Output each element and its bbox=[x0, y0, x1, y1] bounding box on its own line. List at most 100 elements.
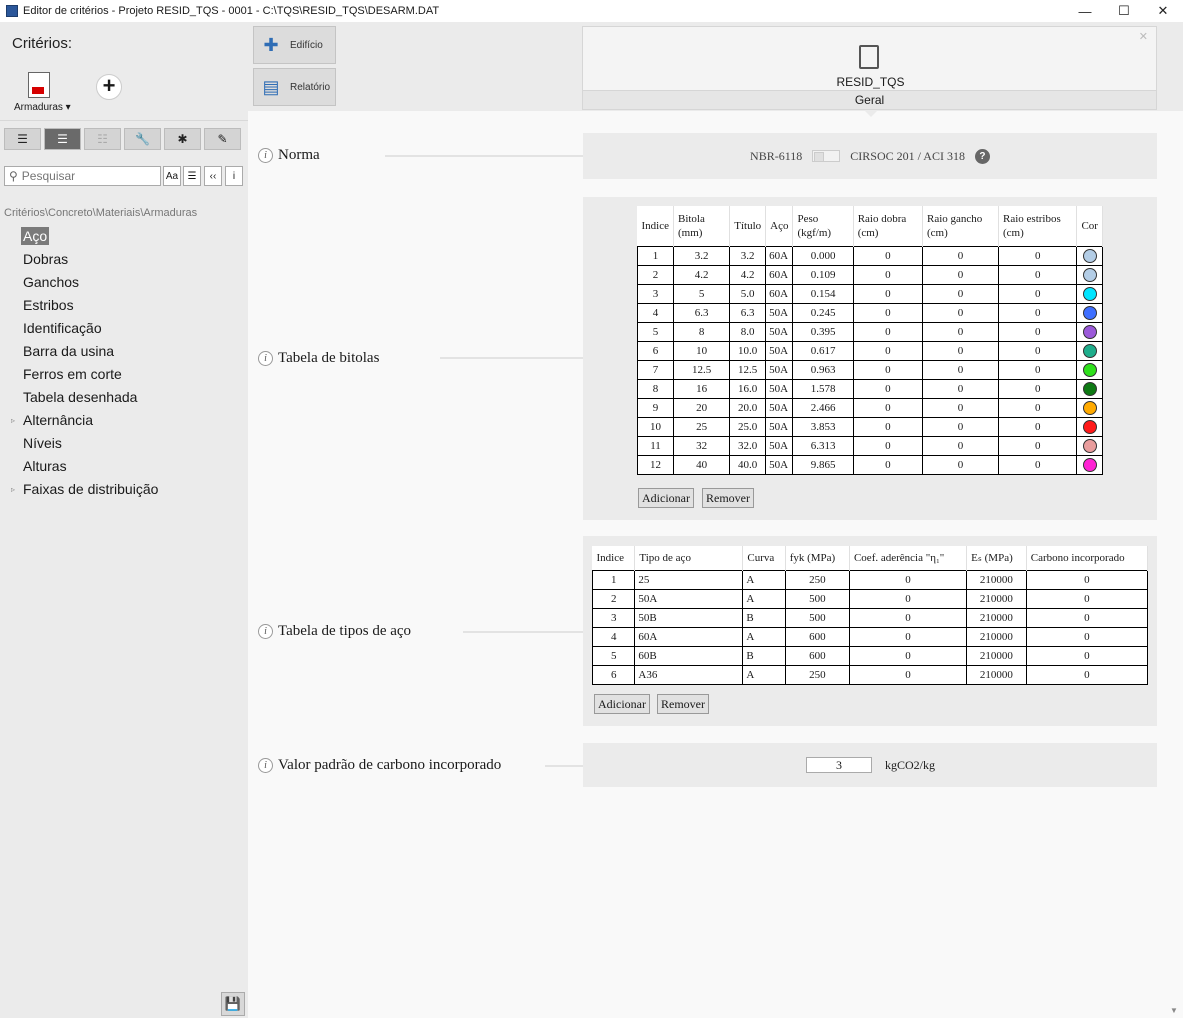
table-cell-indice[interactable]: 3 bbox=[591, 607, 636, 628]
table-cell-peso[interactable]: 0.245 bbox=[792, 302, 854, 323]
col-header[interactable]: Peso (kgf/m) bbox=[792, 206, 854, 246]
col-header[interactable]: Raio estribos (cm) bbox=[998, 206, 1078, 246]
table-cell-cor[interactable] bbox=[1076, 340, 1103, 361]
col-header[interactable]: Título bbox=[729, 206, 767, 246]
table-cell-carbono[interactable]: 0 bbox=[1025, 626, 1149, 647]
search-input[interactable] bbox=[21, 169, 152, 183]
table-row[interactable]: 5 60B B 600 0 210000 0 bbox=[591, 645, 1149, 666]
table-cell-indice[interactable]: 2 bbox=[591, 588, 636, 609]
table-cell-indice[interactable]: 6 bbox=[637, 340, 674, 361]
table-cell-carbono[interactable]: 0 bbox=[1025, 607, 1149, 628]
table-cell-fyk[interactable]: 250 bbox=[784, 569, 850, 590]
table-cell-rg[interactable]: 0 bbox=[921, 245, 1000, 266]
save-icon[interactable]: 💾 bbox=[221, 992, 245, 1016]
table-cell-carbono[interactable]: 0 bbox=[1025, 588, 1149, 609]
table-cell-re[interactable]: 0 bbox=[997, 321, 1078, 342]
table-cell-curva[interactable]: A bbox=[742, 588, 786, 609]
table-cell-peso[interactable]: 0.395 bbox=[792, 321, 854, 342]
table-cell-bitola[interactable]: 5 bbox=[672, 283, 731, 304]
table-cell-re[interactable]: 0 bbox=[997, 416, 1078, 437]
table-row[interactable]: 4 6.3 6.3 50A 0.245 0 0 0 bbox=[637, 302, 1103, 323]
table-cell-peso[interactable]: 6.313 bbox=[792, 435, 854, 456]
table-cell-re[interactable]: 0 bbox=[997, 245, 1078, 266]
table-row[interactable]: 2 50A A 500 0 210000 0 bbox=[591, 588, 1149, 609]
table-cell-cor[interactable] bbox=[1076, 283, 1103, 304]
color-swatch[interactable] bbox=[1082, 305, 1097, 320]
table-cell-coef[interactable]: 0 bbox=[848, 664, 968, 685]
list-view-icon[interactable]: ☰ bbox=[4, 128, 41, 150]
match-case-icon[interactable]: Aa bbox=[163, 166, 181, 186]
table-cell-rd[interactable]: 0 bbox=[852, 321, 923, 342]
table-cell-coef[interactable]: 0 bbox=[848, 607, 968, 628]
table-cell-indice[interactable]: 3 bbox=[637, 283, 674, 304]
table-cell-peso[interactable]: 0.000 bbox=[792, 245, 854, 266]
color-swatch[interactable] bbox=[1082, 457, 1097, 472]
table-cell-indice[interactable]: 1 bbox=[637, 245, 674, 266]
table-cell-tipo[interactable]: 25 bbox=[634, 569, 744, 590]
add-bitola-button[interactable]: Adicionar bbox=[638, 488, 694, 508]
col-header[interactable]: Indice bbox=[637, 206, 674, 246]
tab-geral[interactable]: Geral bbox=[583, 90, 1156, 109]
table-row[interactable]: 6 A36 A 250 0 210000 0 bbox=[591, 664, 1149, 685]
close-panel-icon[interactable]: ✕ bbox=[1139, 30, 1148, 43]
table-cell-fyk[interactable]: 250 bbox=[784, 664, 850, 685]
table-cell-fyk[interactable]: 600 bbox=[784, 626, 850, 647]
table-cell-aco[interactable]: 50A bbox=[765, 302, 794, 323]
color-swatch[interactable] bbox=[1082, 286, 1097, 301]
table-cell-rg[interactable]: 0 bbox=[921, 302, 1000, 323]
table-cell-rg[interactable]: 0 bbox=[921, 416, 1000, 437]
remove-tipo-button[interactable]: Remover bbox=[657, 694, 709, 714]
table-row[interactable]: 5 8 8.0 50A 0.395 0 0 0 bbox=[637, 321, 1103, 342]
table-cell-rd[interactable]: 0 bbox=[852, 302, 923, 323]
add-tipo-button[interactable]: Adicionar bbox=[594, 694, 650, 714]
table-cell-cor[interactable] bbox=[1076, 245, 1103, 266]
table-cell-tipo[interactable]: 60B bbox=[634, 645, 744, 666]
table-cell-peso[interactable]: 0.109 bbox=[792, 264, 854, 285]
table-cell-re[interactable]: 0 bbox=[997, 359, 1078, 380]
col-header[interactable]: Raio gancho (cm) bbox=[922, 206, 1000, 246]
table-cell-cor[interactable] bbox=[1076, 416, 1103, 437]
info-icon[interactable]: i bbox=[258, 624, 273, 639]
table-cell-cor[interactable] bbox=[1076, 264, 1103, 285]
color-swatch[interactable] bbox=[1082, 267, 1097, 282]
color-swatch[interactable] bbox=[1082, 324, 1097, 339]
tree-item-dobras[interactable]: Dobras bbox=[0, 248, 248, 271]
table-cell-curva[interactable]: B bbox=[742, 645, 786, 666]
table-cell-indice[interactable]: 4 bbox=[637, 302, 674, 323]
table-cell-aco[interactable]: 50A bbox=[765, 397, 794, 418]
table-cell-peso[interactable]: 2.466 bbox=[792, 397, 854, 418]
table-cell-titulo[interactable]: 6.3 bbox=[729, 302, 767, 323]
table-cell-rg[interactable]: 0 bbox=[921, 359, 1000, 380]
table-cell-titulo[interactable]: 8.0 bbox=[729, 321, 767, 342]
table-row[interactable]: 8 16 16.0 50A 1.578 0 0 0 bbox=[637, 378, 1103, 399]
table-cell-indice[interactable]: 12 bbox=[637, 454, 674, 475]
table-cell-titulo[interactable]: 3.2 bbox=[729, 245, 767, 266]
table-cell-peso[interactable]: 3.853 bbox=[792, 416, 854, 437]
norma-toggle[interactable] bbox=[812, 150, 841, 162]
info-icon[interactable]: i bbox=[258, 351, 273, 366]
color-swatch[interactable] bbox=[1082, 343, 1097, 358]
table-cell-carbono[interactable]: 0 bbox=[1025, 645, 1149, 666]
info-icon[interactable]: i bbox=[258, 148, 273, 163]
col-header[interactable]: Indice bbox=[592, 546, 636, 570]
table-cell-indice[interactable]: 11 bbox=[637, 435, 674, 456]
table-cell-bitola[interactable]: 4.2 bbox=[672, 264, 731, 285]
table-cell-curva[interactable]: A bbox=[742, 569, 786, 590]
table-cell-re[interactable]: 0 bbox=[997, 435, 1078, 456]
tree-item-aco[interactable]: Aço bbox=[0, 225, 248, 248]
table-cell-rd[interactable]: 0 bbox=[852, 378, 923, 399]
table-cell-rg[interactable]: 0 bbox=[921, 321, 1000, 342]
table-cell-aco[interactable]: 50A bbox=[765, 435, 794, 456]
table-cell-curva[interactable]: A bbox=[742, 664, 786, 685]
table-cell-indice[interactable]: 9 bbox=[637, 397, 674, 418]
expand-arrow-icon[interactable]: ▹ bbox=[11, 478, 15, 501]
quote-icon[interactable]: ‹‹ bbox=[204, 166, 222, 186]
table-row[interactable]: 1 3.2 3.2 60A 0.000 0 0 0 bbox=[637, 245, 1103, 266]
table-cell-rd[interactable]: 0 bbox=[852, 283, 923, 304]
tree-item-barra-usina[interactable]: Barra da usina bbox=[0, 340, 248, 363]
add-criteria-button[interactable]: + bbox=[96, 74, 122, 100]
table-cell-titulo[interactable]: 25.0 bbox=[729, 416, 767, 437]
table-cell-titulo[interactable]: 32.0 bbox=[729, 435, 767, 456]
table-cell-bitola[interactable]: 32 bbox=[672, 435, 731, 456]
table-cell-indice[interactable]: 5 bbox=[591, 645, 636, 666]
